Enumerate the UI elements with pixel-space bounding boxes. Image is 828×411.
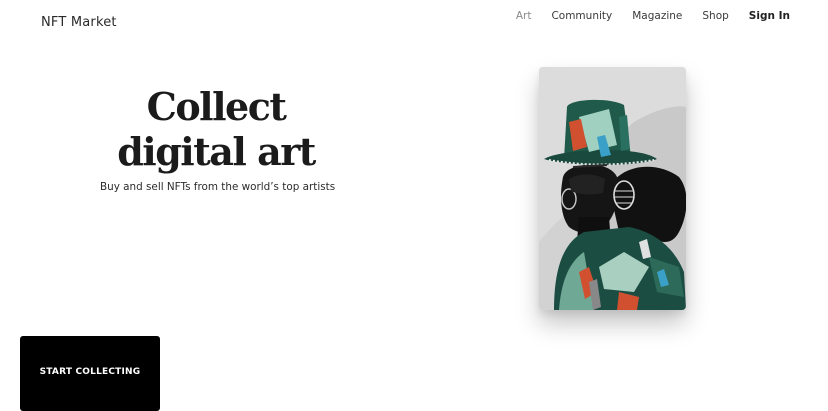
featured-artwork[interactable] — [539, 67, 686, 310]
hero-title: Collect digital art — [106, 84, 326, 174]
nav-item-community[interactable]: Community — [541, 9, 622, 23]
hero-subtitle: Buy and sell NFTs from the world’s top a… — [100, 181, 336, 193]
brand-logo[interactable]: NFT Market — [41, 15, 117, 30]
main-nav: Art Community Magazine Shop Sign In — [506, 7, 790, 23]
nav-item-magazine[interactable]: Magazine — [622, 9, 692, 23]
sign-in-link[interactable]: Sign In — [739, 9, 790, 23]
hero-title-line-2: digital art — [117, 129, 316, 174]
artwork-illustration — [539, 67, 686, 310]
start-collecting-button[interactable]: START COLLECTING — [20, 336, 160, 411]
nav-item-shop[interactable]: Shop — [692, 9, 738, 23]
nav-item-art[interactable]: Art — [506, 9, 542, 23]
hero-title-line-1: Collect — [146, 84, 287, 129]
